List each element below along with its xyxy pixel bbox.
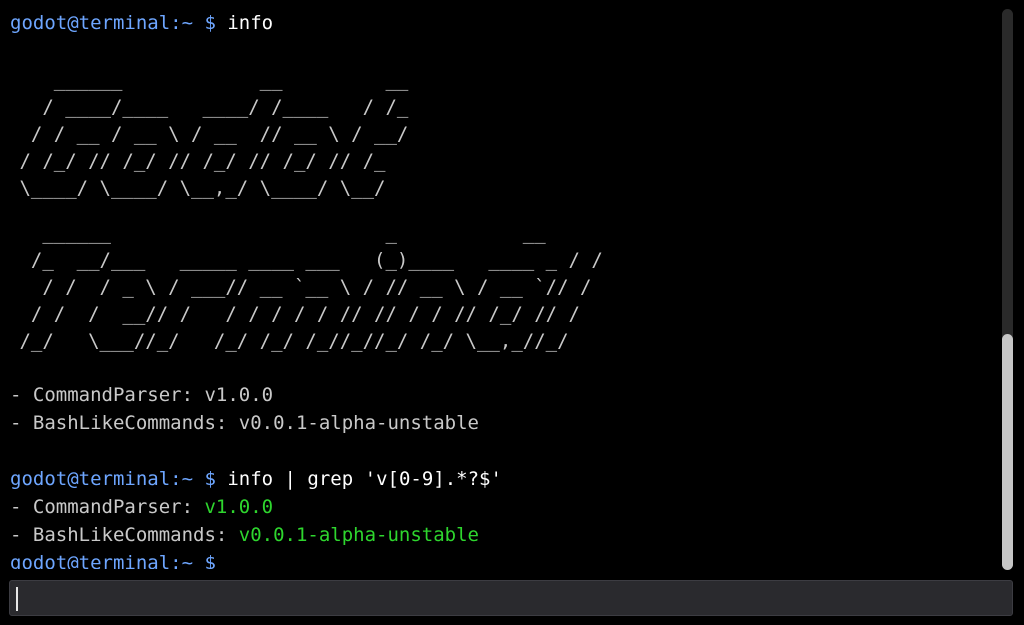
info-label: - CommandParser: xyxy=(10,384,205,406)
prompt: godot@terminal:~ $ xyxy=(10,552,216,569)
prompt: godot@terminal:~ $ xyxy=(10,468,216,490)
command-line: godot@terminal:~ $ info | grep 'v[0-9].*… xyxy=(10,465,995,493)
grep-match: v1.0.0 xyxy=(204,496,274,518)
info-line: - CommandParser: v1.0.0 xyxy=(10,381,995,409)
text-caret xyxy=(16,587,18,611)
command-text: info | grep 'v[0-9].*?$' xyxy=(227,468,502,490)
ascii-logo-terminal: ______ _ __ /_ __/___ _____ ____ ___ (_)… xyxy=(19,222,603,352)
command-line: godot@terminal:~ $ xyxy=(10,549,995,569)
vertical-scrollbar[interactable] xyxy=(1002,9,1013,570)
info-value: v0.0.1-alpha-unstable xyxy=(238,412,479,434)
ascii-banner: ______ __ __ / ____/____ ____/ /____ / /… xyxy=(10,67,995,355)
ascii-logo-godot: ______ __ __ / ____/____ ____/ /____ / /… xyxy=(19,69,409,199)
grep-label: - BashLikeCommands: xyxy=(10,524,239,546)
info-line: - BashLikeCommands: v0.0.1-alpha-unstabl… xyxy=(10,409,995,437)
info-label: - BashLikeCommands: xyxy=(10,412,239,434)
command-text: info xyxy=(227,12,274,34)
grep-result-line: - CommandParser: v1.0.0 xyxy=(10,493,995,521)
grep-match: v0.0.1-alpha-unstable xyxy=(238,524,479,546)
info-value: v1.0.0 xyxy=(204,384,274,406)
scrollbar-thumb[interactable] xyxy=(1002,334,1013,570)
terminal-output: godot@terminal:~ $ info ______ __ __ / _… xyxy=(10,9,995,569)
grep-label: - CommandParser: xyxy=(10,496,205,518)
command-line: godot@terminal:~ $ info xyxy=(10,9,995,37)
prompt: godot@terminal:~ $ xyxy=(10,12,216,34)
grep-result-line: - BashLikeCommands: v0.0.1-alpha-unstabl… xyxy=(10,521,995,549)
command-input[interactable] xyxy=(9,580,1013,616)
